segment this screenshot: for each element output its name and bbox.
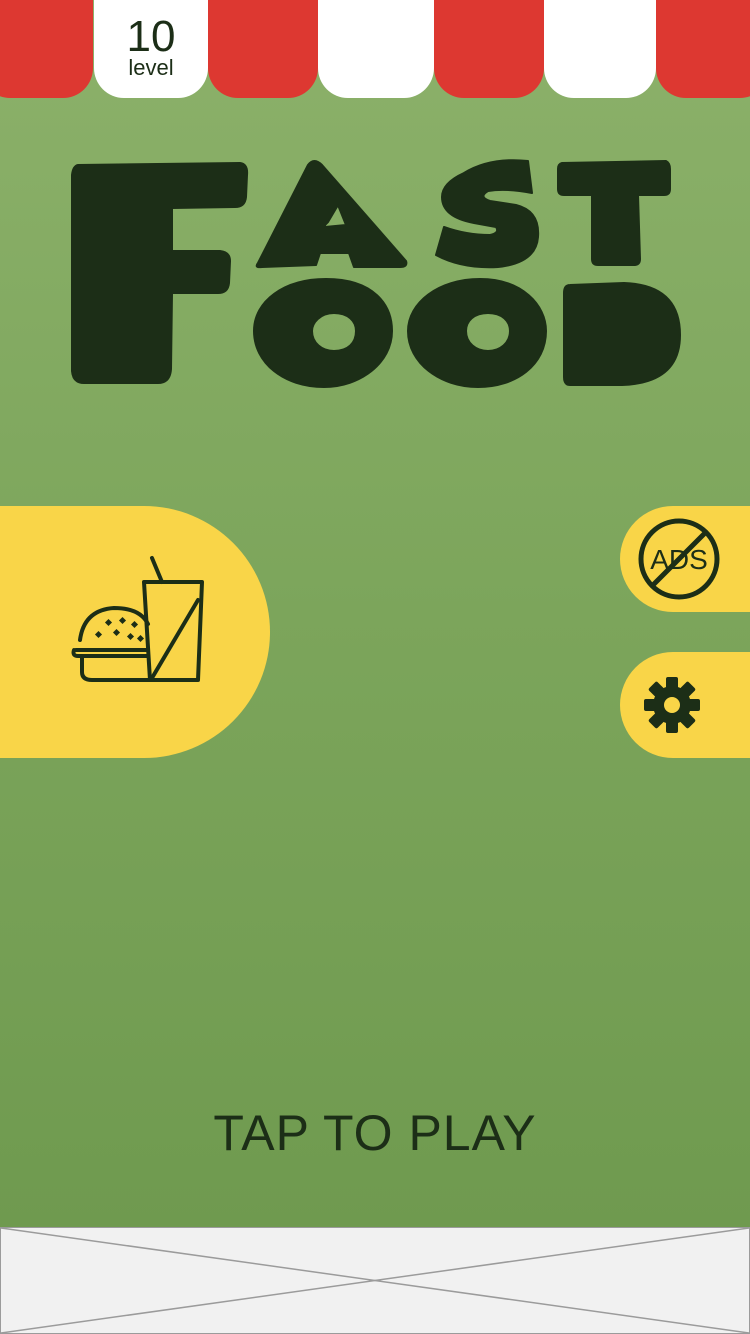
- logo-letter-a: [255, 160, 408, 269]
- awning-banner: 10 level: [0, 0, 750, 98]
- awning-stripe: [0, 0, 93, 98]
- logo-letter-d: [563, 282, 681, 386]
- awning-stripe: [656, 0, 750, 98]
- ad-banner-placeholder: [0, 1227, 750, 1334]
- awning-stripe: [318, 0, 434, 98]
- logo-letter-f: [71, 162, 249, 384]
- burger-drink-icon: [71, 556, 204, 682]
- logo-letter-o: [253, 278, 393, 388]
- game-logo: [71, 159, 681, 388]
- awning-stripe: [434, 0, 544, 98]
- gear-icon: [644, 677, 700, 733]
- level-number: 10: [126, 12, 176, 61]
- no-ads-text: ADS: [650, 544, 708, 575]
- game-screen[interactable]: 10 level ADS TAP TO PLAY: [0, 0, 750, 1227]
- level-label: level: [128, 55, 174, 80]
- awning-stripe: [208, 0, 318, 98]
- awning-stripe: [544, 0, 656, 98]
- logo-letter-s: [435, 159, 540, 269]
- ad-placeholder-cross: [1, 1228, 749, 1333]
- no-ads-icon: ADS: [638, 518, 720, 600]
- logo-letter-o: [407, 278, 547, 388]
- tap-to-play-label[interactable]: TAP TO PLAY: [0, 1104, 750, 1162]
- logo-letter-t: [557, 160, 671, 266]
- settings-button[interactable]: [620, 652, 750, 758]
- no-ads-button[interactable]: ADS: [620, 506, 750, 612]
